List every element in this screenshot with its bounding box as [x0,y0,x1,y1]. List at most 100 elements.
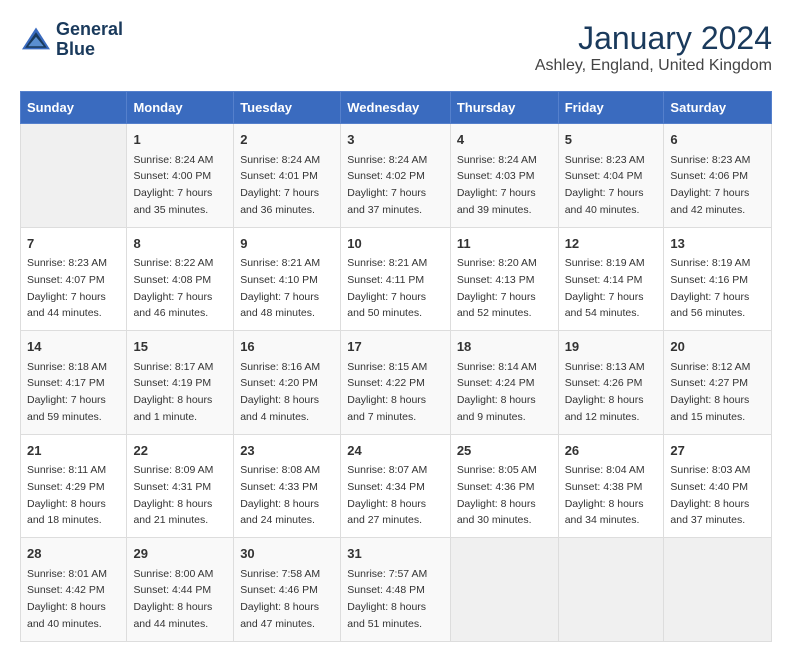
day-number: 26 [565,441,658,461]
day-number: 12 [565,234,658,254]
day-header-saturday: Saturday [664,92,772,124]
day-content: Sunrise: 8:15 AMSunset: 4:22 PMDaylight:… [347,361,427,423]
day-number: 6 [670,130,765,150]
day-content: Sunrise: 8:23 AMSunset: 4:07 PMDaylight:… [27,257,107,319]
day-number: 14 [27,337,120,357]
day-number: 18 [457,337,552,357]
day-number: 24 [347,441,444,461]
calendar-cell: 30 Sunrise: 7:58 AMSunset: 4:46 PMDayligh… [234,538,341,642]
day-number: 21 [27,441,120,461]
calendar-cell: 23Sunrise: 8:08 AMSunset: 4:33 PMDayligh… [234,434,341,538]
calendar-week-row: 14 Sunrise: 8:18 AMSunset: 4:17 PMDayligh… [21,331,772,435]
calendar-cell: 1Sunrise: 8:24 AMSunset: 4:00 PMDaylight… [127,124,234,228]
day-content: Sunrise: 8:24 AMSunset: 4:01 PMDaylight:… [240,154,320,216]
day-content: Sunrise: 8:17 AMSunset: 4:19 PMDaylight:… [133,361,213,423]
day-number: 13 [670,234,765,254]
day-number: 11 [457,234,552,254]
calendar-cell: 27Sunrise: 8:03 AMSunset: 4:40 PMDayligh… [664,434,772,538]
day-header-thursday: Thursday [450,92,558,124]
day-content: Sunrise: 7:58 AMSunset: 4:46 PMDaylight:… [240,568,320,630]
day-number: 16 [240,337,334,357]
calendar-cell: 15 Sunrise: 8:17 AMSunset: 4:19 PMDayligh… [127,331,234,435]
day-number: 3 [347,130,444,150]
day-number: 2 [240,130,334,150]
day-content: Sunrise: 8:16 AMSunset: 4:20 PMDaylight:… [240,361,320,423]
calendar-cell: 9Sunrise: 8:21 AMSunset: 4:10 PMDaylight… [234,227,341,331]
calendar-cell: 18 Sunrise: 8:14 AMSunset: 4:24 PMDayligh… [450,331,558,435]
day-number: 30 [240,544,334,564]
day-header-monday: Monday [127,92,234,124]
day-header-tuesday: Tuesday [234,92,341,124]
calendar-cell: 11 Sunrise: 8:20 AMSunset: 4:13 PMDayligh… [450,227,558,331]
logo-icon [20,26,52,54]
day-number: 15 [133,337,227,357]
calendar-cell: 16 Sunrise: 8:16 AMSunset: 4:20 PMDayligh… [234,331,341,435]
day-number: 28 [27,544,120,564]
day-header-sunday: Sunday [21,92,127,124]
day-header-friday: Friday [558,92,664,124]
day-number: 19 [565,337,658,357]
logo: General Blue [20,20,123,60]
calendar-week-row: 1Sunrise: 8:24 AMSunset: 4:00 PMDaylight… [21,124,772,228]
logo-text: General Blue [56,20,123,60]
day-content: Sunrise: 8:11 AMSunset: 4:29 PMDaylight:… [27,464,106,526]
day-number: 5 [565,130,658,150]
day-content: Sunrise: 8:19 AMSunset: 4:14 PMDaylight:… [565,257,645,319]
day-content: Sunrise: 8:21 AMSunset: 4:11 PMDaylight:… [347,257,427,319]
day-content: Sunrise: 8:01 AMSunset: 4:42 PMDaylight:… [27,568,107,630]
day-content: Sunrise: 8:23 AMSunset: 4:06 PMDaylight:… [670,154,750,216]
calendar-cell: 28 Sunrise: 8:01 AMSunset: 4:42 PMDayligh… [21,538,127,642]
day-content: Sunrise: 7:57 AMSunset: 4:48 PMDaylight:… [347,568,427,630]
day-content: Sunrise: 8:00 AMSunset: 4:44 PMDaylight:… [133,568,213,630]
calendar-week-row: 28 Sunrise: 8:01 AMSunset: 4:42 PMDayligh… [21,538,772,642]
calendar-cell: 19Sunrise: 8:13 AMSunset: 4:26 PMDayligh… [558,331,664,435]
calendar-cell: 31 Sunrise: 7:57 AMSunset: 4:48 PMDayligh… [341,538,451,642]
calendar-cell: 20 Sunrise: 8:12 AMSunset: 4:27 PMDayligh… [664,331,772,435]
day-number: 23 [240,441,334,461]
day-number: 31 [347,544,444,564]
day-content: Sunrise: 8:22 AMSunset: 4:08 PMDaylight:… [133,257,213,319]
calendar-cell: 25 Sunrise: 8:05 AMSunset: 4:36 PMDayligh… [450,434,558,538]
calendar-cell: 8Sunrise: 8:22 AMSunset: 4:08 PMDaylight… [127,227,234,331]
calendar-table: SundayMondayTuesdayWednesdayThursdayFrid… [20,91,772,642]
calendar-cell: 3 Sunrise: 8:24 AMSunset: 4:02 PMDaylight… [341,124,451,228]
day-content: Sunrise: 8:04 AMSunset: 4:38 PMDaylight:… [565,464,645,526]
day-number: 27 [670,441,765,461]
day-number: 20 [670,337,765,357]
month-title: January 2024 [535,20,772,57]
day-content: Sunrise: 8:09 AMSunset: 4:31 PMDaylight:… [133,464,213,526]
calendar-cell: 4 Sunrise: 8:24 AMSunset: 4:03 PMDaylight… [450,124,558,228]
calendar-cell: 22Sunrise: 8:09 AMSunset: 4:31 PMDayligh… [127,434,234,538]
day-number: 4 [457,130,552,150]
calendar-header-row: SundayMondayTuesdayWednesdayThursdayFrid… [21,92,772,124]
calendar-week-row: 21 Sunrise: 8:11 AMSunset: 4:29 PMDayligh… [21,434,772,538]
day-content: Sunrise: 8:14 AMSunset: 4:24 PMDaylight:… [457,361,537,423]
day-content: Sunrise: 8:18 AMSunset: 4:17 PMDaylight:… [27,361,107,423]
day-content: Sunrise: 8:05 AMSunset: 4:36 PMDaylight:… [457,464,537,526]
calendar-cell [21,124,127,228]
day-content: Sunrise: 8:12 AMSunset: 4:27 PMDaylight:… [670,361,750,423]
day-number: 17 [347,337,444,357]
day-content: Sunrise: 8:23 AMSunset: 4:04 PMDaylight:… [565,154,645,216]
calendar-cell: 26 Sunrise: 8:04 AMSunset: 4:38 PMDayligh… [558,434,664,538]
calendar-cell: 5 Sunrise: 8:23 AMSunset: 4:04 PMDaylight… [558,124,664,228]
calendar-cell: 10Sunrise: 8:21 AMSunset: 4:11 PMDayligh… [341,227,451,331]
day-number: 9 [240,234,334,254]
day-content: Sunrise: 8:24 AMSunset: 4:03 PMDaylight:… [457,154,537,216]
calendar-cell [558,538,664,642]
calendar-cell: 17 Sunrise: 8:15 AMSunset: 4:22 PMDayligh… [341,331,451,435]
page-header: General Blue January 2024 Ashley, Englan… [20,20,772,75]
title-area: January 2024 Ashley, England, United Kin… [535,20,772,75]
calendar-cell: 13 Sunrise: 8:19 AMSunset: 4:16 PMDayligh… [664,227,772,331]
day-content: Sunrise: 8:20 AMSunset: 4:13 PMDaylight:… [457,257,537,319]
day-content: Sunrise: 8:07 AMSunset: 4:34 PMDaylight:… [347,464,427,526]
day-content: Sunrise: 8:19 AMSunset: 4:16 PMDaylight:… [670,257,750,319]
location: Ashley, England, United Kingdom [535,57,772,75]
day-number: 25 [457,441,552,461]
calendar-cell [450,538,558,642]
day-content: Sunrise: 8:24 AMSunset: 4:02 PMDaylight:… [347,154,427,216]
day-number: 7 [27,234,120,254]
calendar-cell [664,538,772,642]
calendar-cell: 21 Sunrise: 8:11 AMSunset: 4:29 PMDayligh… [21,434,127,538]
day-number: 29 [133,544,227,564]
